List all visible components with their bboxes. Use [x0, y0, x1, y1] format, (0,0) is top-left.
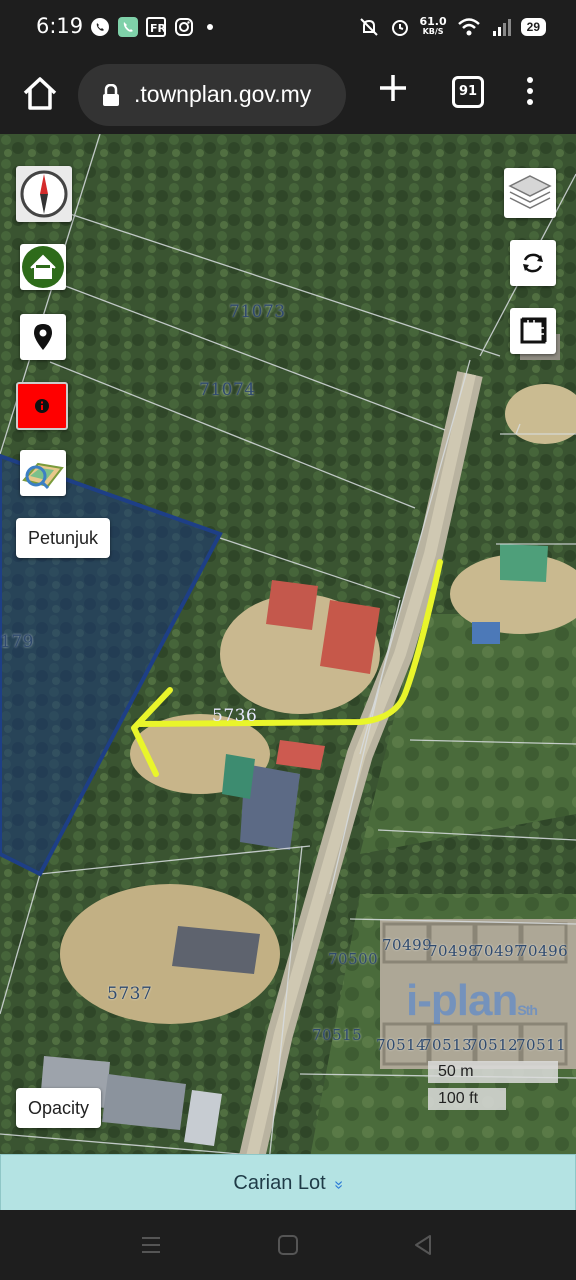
lot-label: 70497: [474, 942, 525, 960]
dot-icon: [207, 24, 213, 30]
address-bar[interactable]: .townplan.gov.my: [78, 64, 346, 126]
layers-icon: [508, 175, 552, 209]
lot-label: 70514: [376, 1036, 427, 1054]
ruler-icon: [520, 317, 547, 344]
new-tab-button[interactable]: [376, 71, 410, 105]
carian-lot-toggle[interactable]: Carian Lot»: [0, 1154, 576, 1212]
lot-label: 70500: [328, 950, 379, 968]
basemap-button[interactable]: [20, 450, 66, 496]
navigation-bar: [0, 1210, 576, 1280]
lot-label: 70512: [468, 1036, 519, 1054]
home-extent-button[interactable]: [20, 244, 66, 290]
lot-label: 179: [0, 632, 34, 652]
chevron-down-icon: »: [330, 1180, 348, 1190]
browser-menu-button[interactable]: [522, 74, 538, 106]
whatsapp-icon: [91, 18, 109, 36]
refresh-icon: [523, 253, 543, 273]
locate-button[interactable]: [20, 314, 66, 360]
lock-icon: [103, 84, 119, 106]
scale-imperial: 100 ft: [428, 1088, 506, 1110]
lot-label: 70498: [428, 942, 479, 960]
lot-label: 70515: [312, 1026, 363, 1044]
signal-icon: [492, 19, 511, 36]
wifi-icon: [457, 18, 480, 36]
battery-icon: 29: [520, 18, 546, 36]
info-icon: [35, 399, 49, 413]
status-bar: 6:19 FR 61.0 KB/S 29: [0, 0, 576, 56]
iplan-watermark: i-planSth: [406, 976, 538, 1025]
svg-text:FR: FR: [150, 22, 166, 35]
layers-button[interactable]: [504, 168, 556, 218]
petunjuk-button[interactable]: Petunjuk: [16, 518, 111, 558]
refresh-button[interactable]: [510, 240, 556, 286]
mute-icon: [359, 18, 378, 36]
lot-label: 70499: [382, 936, 433, 954]
scale-metric: 50 m: [428, 1061, 558, 1083]
map-view[interactable]: 71073 71074 179 5736 5737 70500 70499 70…: [0, 134, 576, 1210]
tab-switcher-button[interactable]: 91: [452, 76, 484, 108]
lot-label: 71074: [199, 380, 256, 400]
compass-icon: [20, 170, 68, 218]
url-text: .townplan.gov.my: [134, 81, 312, 107]
home-icon: [22, 246, 64, 288]
lot-label: 70513: [422, 1036, 473, 1054]
compass-button[interactable]: [16, 166, 72, 222]
plus-icon: [380, 75, 406, 101]
instagram-icon: [175, 18, 193, 36]
clock: 6:19: [36, 14, 84, 38]
opacity-button[interactable]: Opacity: [16, 1088, 102, 1128]
lot-label: 5736: [212, 706, 258, 726]
map-layers-icon: [22, 462, 64, 490]
browser-toolbar: .townplan.gov.my 91: [0, 56, 576, 134]
measure-button[interactable]: [510, 308, 556, 354]
lot-label: 71073: [229, 302, 286, 322]
system-indicators: 61.0 KB/S 29: [358, 15, 546, 38]
location-pin-icon: [34, 324, 52, 350]
back-icon[interactable]: [412, 1234, 434, 1256]
phone-icon: [118, 17, 138, 37]
info-button[interactable]: [16, 382, 68, 430]
home-icon[interactable]: [277, 1234, 299, 1256]
lot-label: 70496: [518, 942, 569, 960]
alarm-icon: [391, 20, 408, 36]
browser-home-button[interactable]: [20, 74, 60, 114]
lot-label: 70511: [516, 1036, 567, 1054]
net-speed: 61.0 KB/S: [419, 15, 447, 36]
lot-label: 5737: [107, 984, 153, 1004]
recents-icon[interactable]: [140, 1234, 162, 1256]
fr-app-icon: FR: [146, 17, 166, 37]
